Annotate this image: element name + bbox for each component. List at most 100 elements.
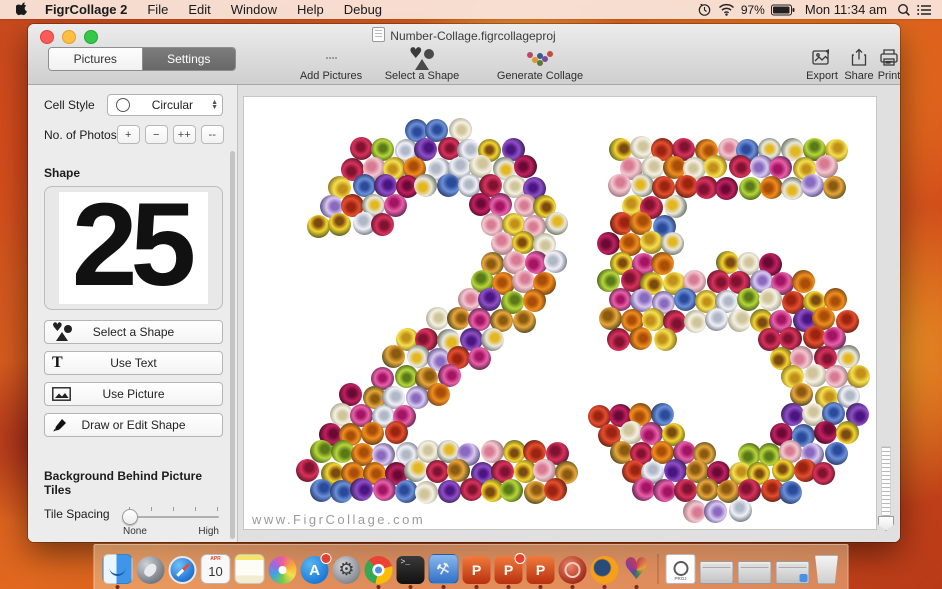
firefox-icon: [590, 556, 619, 584]
chevron-up-down-icon: ▲ ▼: [211, 99, 218, 111]
wifi-icon[interactable]: [718, 3, 735, 16]
projdoc-icon: PROJ: [665, 554, 696, 584]
dock-item-xcode[interactable]: ⚒: [428, 554, 459, 589]
draw-or-edit-shape-button[interactable]: Draw or Edit Shape: [44, 413, 223, 437]
dock-item-projdoc[interactable]: PROJ: [665, 554, 696, 584]
title-bar[interactable]: Number-Collage.figrcollageproj: [28, 24, 900, 44]
flower-tile: [800, 173, 824, 197]
generate-collage-icon: [525, 46, 555, 69]
add-many-photos-button[interactable]: ++: [172, 125, 196, 144]
dock-item-window[interactable]: [737, 561, 772, 584]
dock-item-packages[interactable]: P: [526, 556, 555, 589]
add-pictures-button[interactable]: Add Pictures: [288, 46, 374, 82]
remove-many-photos-button[interactable]: --: [200, 125, 224, 144]
flower-tile: [640, 231, 664, 255]
collage-canvas[interactable]: www.FigrCollage.com: [243, 96, 877, 530]
flower-tile: [361, 422, 385, 446]
dock-item-firefox[interactable]: [590, 556, 619, 589]
dock-item-packages[interactable]: P: [494, 553, 526, 589]
desktop-background: FigrCollage 2 File Edit Window Help Debu…: [0, 0, 942, 589]
flower-tile: [489, 192, 513, 216]
flower-tile: [653, 327, 677, 351]
shape-preview: 25: [44, 186, 223, 310]
battery-icon[interactable]: [770, 4, 795, 16]
running-indicator: [506, 585, 511, 589]
flower-tile: [394, 364, 418, 388]
flower-tile: [632, 477, 656, 501]
use-text-button[interactable]: T Use Text: [44, 351, 223, 375]
running-indicator: [408, 585, 413, 589]
sidebar-scrollbar[interactable]: [230, 151, 235, 539]
dock-item-photos[interactable]: [268, 556, 297, 584]
print-button[interactable]: Print: [872, 46, 900, 82]
dock-item-preferences[interactable]: ⚙: [332, 556, 361, 584]
terminal-icon: >_: [396, 556, 425, 584]
dock-item-chrome[interactable]: [364, 556, 393, 589]
dock-item-finder[interactable]: [102, 554, 133, 589]
dock-item-trash[interactable]: [814, 555, 840, 584]
flower-tile: [813, 420, 837, 444]
picture-icon: [52, 387, 71, 401]
flower-tile: [467, 347, 491, 371]
flower-tile: [414, 481, 438, 505]
menu-edit[interactable]: Edit: [178, 0, 220, 19]
tab-pictures[interactable]: Pictures: [49, 48, 143, 70]
photos-count-label: No. of Photos: [44, 127, 117, 142]
use-picture-button[interactable]: Use Picture: [44, 382, 223, 406]
dock-item-figrcollage[interactable]: ♥: [623, 555, 651, 589]
dock-item-packages[interactable]: P: [462, 556, 491, 589]
select-a-shape-button[interactable]: ♥ Select a Shape: [44, 320, 223, 344]
dock-item-window[interactable]: [775, 561, 810, 584]
app-menu[interactable]: FigrCollage 2: [35, 2, 137, 17]
dock-item-safari[interactable]: [168, 556, 197, 584]
select-shape-button[interactable]: ♥ Select a Shape: [376, 44, 468, 83]
slider-thumb[interactable]: [122, 509, 138, 525]
tab-settings[interactable]: Settings: [142, 48, 235, 70]
share-button[interactable]: Share: [842, 46, 876, 82]
apple-menu-icon[interactable]: [16, 2, 29, 17]
flower-tile: [683, 310, 707, 334]
zoom-slider-thumb[interactable]: [878, 516, 894, 531]
cell-style-dropdown[interactable]: Circular ▲ ▼: [106, 94, 223, 116]
menu-debug[interactable]: Debug: [334, 0, 392, 19]
flower-tile: [729, 498, 753, 522]
chrome-icon: [364, 556, 393, 584]
dock-item-notes[interactable]: [234, 554, 265, 584]
time-machine-icon[interactable]: [697, 2, 712, 17]
export-button[interactable]: Export: [800, 46, 844, 82]
menu-clock[interactable]: Mon 11:34 am: [801, 2, 891, 17]
flower-tile: [836, 421, 860, 445]
tile-spacing-slider[interactable]: [122, 505, 219, 525]
launchpad-icon: [136, 556, 165, 584]
dock-item-calendar[interactable]: 10: [200, 554, 231, 584]
dock-item-launchpad[interactable]: [136, 556, 165, 584]
flower-tile: [306, 214, 330, 238]
remove-photo-button[interactable]: −: [144, 125, 168, 144]
dock-item-redseal[interactable]: [558, 556, 587, 589]
spotlight-icon[interactable]: [897, 3, 911, 17]
dock-items: 10A⚙>_⚒PPP♥PROJ: [102, 553, 840, 589]
safari-icon: [168, 556, 197, 584]
packages-icon: P: [494, 553, 526, 584]
notification-center-icon[interactable]: [917, 4, 932, 16]
menu-file[interactable]: File: [137, 0, 178, 19]
flower-tile: [628, 327, 652, 351]
flower-tile: [309, 478, 333, 502]
flower-tile: [704, 155, 727, 179]
flower-tile: [514, 154, 538, 178]
dock-item-terminal[interactable]: >_: [396, 556, 425, 589]
flower-tile: [385, 420, 409, 444]
zoom-slider[interactable]: [878, 446, 894, 532]
flower-tile: [607, 174, 631, 198]
slider-min-label: None: [123, 525, 147, 537]
menu-window[interactable]: Window: [221, 0, 287, 19]
appstore-icon: A: [300, 553, 332, 584]
dock-item-window[interactable]: [699, 561, 734, 584]
flower-tile: [384, 193, 408, 217]
flower-tile: [437, 479, 461, 503]
dock-item-appstore[interactable]: A: [300, 553, 332, 584]
add-photo-button[interactable]: +: [116, 125, 140, 144]
generate-collage-button[interactable]: Generate Collage: [488, 46, 592, 82]
menu-help[interactable]: Help: [287, 0, 334, 19]
photos-icon: [268, 556, 297, 584]
